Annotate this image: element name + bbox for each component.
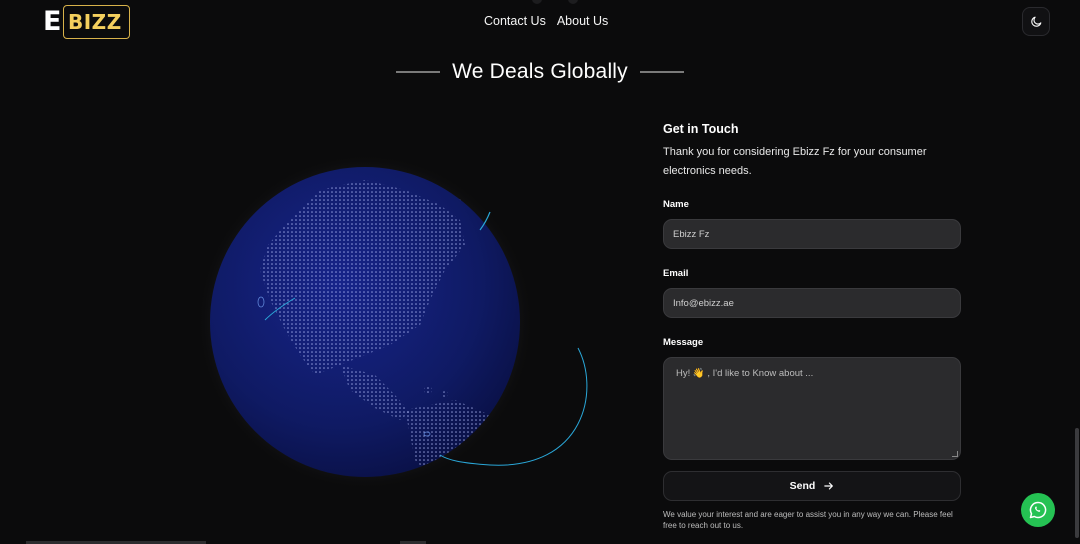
indicator-dot — [532, 0, 542, 4]
section-heading: We Deals Globally — [0, 60, 1080, 84]
name-field-value: Ebizz Fz — [673, 228, 710, 240]
globe-graphic — [197, 154, 588, 490]
logo-word: BIZZ — [68, 10, 122, 34]
nav-contact-us[interactable]: Contact Us — [484, 14, 546, 28]
name-label: Name — [663, 199, 689, 210]
globe[interactable] — [190, 150, 610, 490]
contact-heading: Get in Touch — [663, 122, 739, 136]
contact-form: Get in Touch Thank you for considering E… — [663, 122, 961, 531]
email-label: Email — [663, 268, 689, 279]
resize-handle[interactable] — [952, 451, 958, 457]
moon-icon — [1030, 16, 1041, 27]
email-field[interactable]: Info@ebizz.ae — [663, 288, 961, 318]
contact-intro: Thank you for considering Ebizz Fz for y… — [663, 146, 927, 177]
logo-letter: E — [43, 6, 62, 37]
top-indicators — [532, 0, 578, 4]
email-field-value: Info@ebizz.ae — [673, 297, 734, 309]
title-rule-left — [396, 71, 441, 73]
title-rule-right — [639, 71, 684, 73]
nav-about-us[interactable]: About Us — [557, 14, 608, 28]
whatsapp-button[interactable] — [1021, 493, 1055, 527]
name-field[interactable]: Ebizz Fz — [663, 219, 961, 249]
arrow-right-icon — [824, 482, 834, 490]
send-label: Send — [789, 480, 816, 492]
message-placeholder: Hy! 👋 , I'd like to Know about ... — [676, 368, 814, 379]
message-label: Message — [663, 337, 704, 348]
contact-footnote: We value your interest and are eager to … — [663, 510, 953, 530]
indicator-dot — [568, 0, 578, 4]
brand-logo[interactable]: E BIZZ — [43, 5, 130, 39]
scrollbar-thumb[interactable] — [1075, 428, 1079, 538]
logo-box: BIZZ — [63, 5, 130, 39]
send-button[interactable]: Send — [663, 471, 961, 501]
whatsapp-icon — [1029, 501, 1047, 519]
section-title: We Deals Globally — [452, 60, 628, 83]
message-field[interactable]: Hy! 👋 , I'd like to Know about ... — [663, 357, 961, 460]
main-nav: Contact Us About Us — [484, 14, 608, 28]
theme-toggle-button[interactable] — [1022, 7, 1050, 36]
